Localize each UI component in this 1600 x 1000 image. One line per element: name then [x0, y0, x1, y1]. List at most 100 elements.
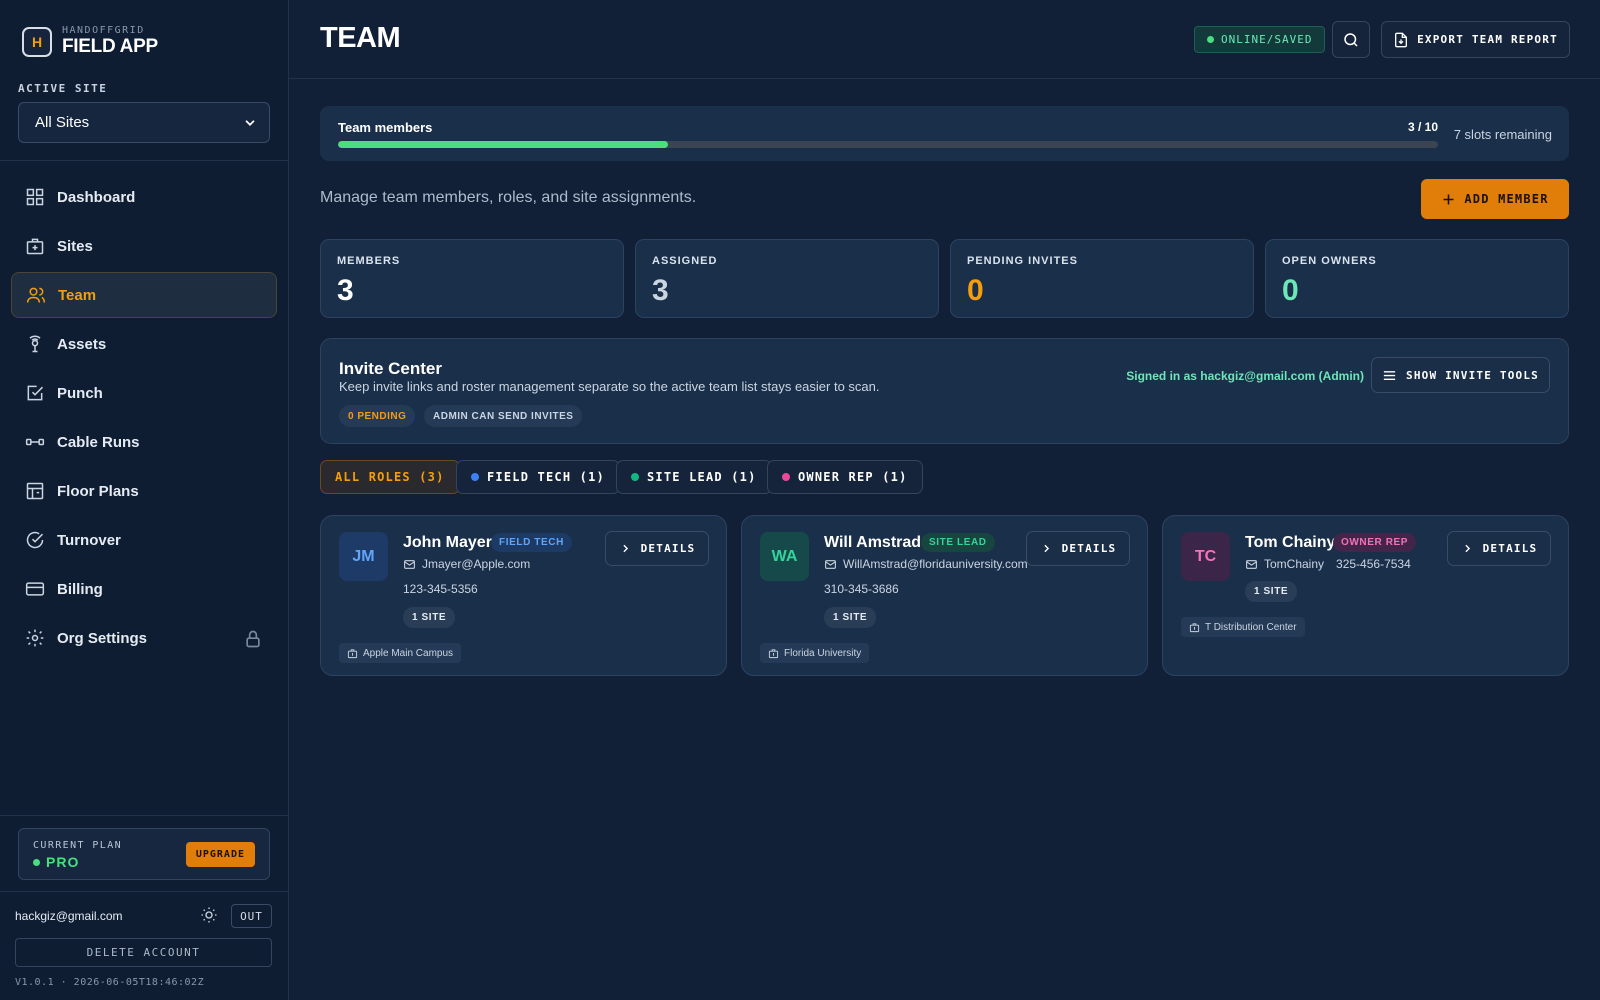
member-phone: 325-456-7534 [1336, 557, 1411, 571]
brand-subtitle: HANDOFFGRID [62, 25, 145, 36]
show-invite-tools-label: SHOW INVITE TOOLS [1406, 368, 1539, 382]
sidebar-item-label: Billing [57, 580, 103, 598]
invite-center-description: Keep invite links and roster management … [339, 379, 880, 394]
search-button[interactable] [1332, 21, 1370, 58]
sidebar-item-label: Turnover [57, 531, 121, 549]
sidebar: H HANDOFFGRID FIELD APP ACTIVE SITE All … [0, 0, 289, 1000]
search-icon [1344, 32, 1358, 47]
chevron-right-icon [623, 544, 628, 553]
add-member-button[interactable]: ADD MEMBER [1421, 179, 1569, 219]
menu-icon [1383, 370, 1396, 380]
role-badge: OWNER REP [1333, 533, 1417, 552]
sidebar-item-punch[interactable]: Punch [11, 370, 277, 416]
sidebar-item-label: Assets [57, 335, 107, 353]
status-dot [1207, 36, 1214, 43]
capacity-count: 3 / 10 [1407, 120, 1438, 134]
member-email-text: WillAmstrad@floridauniversity.com [843, 557, 1028, 571]
member-email-text: Jmayer@Apple.com [422, 557, 531, 571]
invite-center-title: Invite Center [339, 359, 442, 378]
sun-icon[interactable] [200, 906, 218, 924]
floorplan-icon [26, 482, 44, 500]
member-email: Jmayer@Apple.com [403, 557, 530, 571]
member-card[interactable]: WA Will Amstrad SITE LEAD WillAmstrad@fl… [741, 515, 1148, 676]
filter-owner-rep[interactable]: OWNER REP (1) [767, 460, 923, 494]
member-card[interactable]: TC Tom Chainy OWNER REP TomChainy 325-45… [1162, 515, 1569, 676]
sidebar-item-sites[interactable]: Sites [11, 223, 277, 269]
status-text: ONLINE/SAVED [1221, 33, 1313, 46]
sidebar-item-floor-plans[interactable]: Floor Plans [11, 468, 277, 514]
brand[interactable]: H HANDOFFGRID FIELD APP [22, 25, 158, 58]
member-email: WillAmstrad@floridauniversity.com [824, 557, 1028, 571]
sidebar-item-org-settings[interactable]: Org Settings [11, 615, 277, 661]
sidebar-item-dashboard[interactable]: Dashboard [11, 174, 277, 220]
filter-label: ALL ROLES (3) [335, 470, 445, 484]
filter-label: OWNER REP (1) [798, 470, 908, 484]
site-tag-label: T Distribution Center [1205, 621, 1297, 633]
plus-icon [1443, 194, 1454, 204]
stat-value: 3 [337, 274, 354, 307]
current-plan-box: CURRENT PLAN PRO UPGRADE [18, 828, 270, 880]
plan-status-dot [33, 858, 40, 866]
checkbox-icon [27, 385, 44, 401]
details-label: DETAILS [640, 542, 696, 555]
filter-site-lead[interactable]: SITE LEAD (1) [616, 460, 772, 494]
sidebar-item-assets[interactable]: Assets [11, 321, 277, 367]
role-badge: FIELD TECH [491, 533, 572, 552]
filter-all-roles[interactable]: ALL ROLES (3) [320, 460, 460, 494]
chevron-right-icon [1044, 544, 1049, 553]
chevron-down-icon [245, 119, 255, 126]
member-card[interactable]: JM John Mayer FIELD TECH Jmayer@Apple.co… [320, 515, 727, 676]
role-dot [471, 473, 479, 481]
stat-value: 0 [967, 274, 984, 307]
radar-icon [29, 335, 41, 353]
brand-title: FIELD APP [62, 36, 158, 57]
pending-chip: 0 PENDING [339, 405, 416, 427]
active-site-value: All Sites [35, 114, 90, 131]
role-dot [631, 473, 639, 481]
export-report-button[interactable]: EXPORT TEAM REPORT [1381, 21, 1570, 58]
filter-field-tech[interactable]: FIELD TECH (1) [456, 460, 620, 494]
page-header: TEAM ONLINE/SAVED EXPORT TEAM REPORT [289, 0, 1600, 79]
details-button[interactable]: DETAILS [605, 531, 709, 566]
filter-label: FIELD TECH (1) [487, 470, 605, 484]
stat-label: OPEN OWNERS [1282, 255, 1377, 267]
active-site-select[interactable]: All Sites [18, 102, 270, 143]
site-count-badge: 1 SITE [824, 607, 877, 628]
sidebar-item-cable-runs[interactable]: Cable Runs [11, 419, 277, 465]
logout-button[interactable]: OUT [231, 904, 272, 928]
status-badge: ONLINE/SAVED [1194, 26, 1326, 53]
mail-icon [404, 559, 415, 569]
lock-icon [246, 630, 260, 648]
building-icon [347, 648, 358, 658]
site-tag: Florida University [760, 643, 870, 663]
upgrade-button[interactable]: UPGRADE [185, 842, 255, 867]
delete-account-button[interactable]: DELETE ACCOUNT [15, 938, 272, 967]
sidebar-item-billing[interactable]: Billing [11, 566, 277, 612]
sidebar-item-label: Punch [57, 384, 103, 402]
role-dot [782, 473, 790, 481]
brand-logo: H [22, 26, 52, 57]
check-circle-icon [26, 531, 44, 549]
sidebar-item-label: Dashboard [57, 188, 136, 206]
capacity-progress-bar [338, 141, 1438, 148]
site-tag: T Distribution Center [1181, 617, 1305, 637]
show-invite-tools-button[interactable]: SHOW INVITE TOOLS [1371, 357, 1550, 393]
mail-icon [825, 559, 836, 569]
details-button[interactable]: DETAILS [1026, 531, 1130, 566]
sidebar-item-team[interactable]: Team [11, 272, 277, 318]
capacity-title: Team members [338, 120, 433, 135]
details-button[interactable]: DETAILS [1447, 531, 1551, 566]
member-phone: 310-345-3686 [824, 582, 899, 596]
sidebar-divider [0, 815, 289, 816]
sidebar-item-turnover[interactable]: Turnover [11, 517, 277, 563]
sidebar-item-label: Org Settings [57, 629, 148, 647]
team-capacity-card: Team members 3 / 10 7 slots remaining [320, 106, 1569, 161]
member-email-text: TomChainy [1264, 557, 1325, 571]
active-site-label: ACTIVE SITE [18, 82, 108, 95]
chevron-right-icon [1465, 544, 1470, 553]
file-download-icon [1395, 32, 1408, 47]
stat-assigned: ASSIGNED 3 [635, 239, 939, 318]
site-tag: Apple Main Campus [339, 643, 462, 663]
sidebar-item-label: Sites [57, 237, 93, 255]
stat-members: MEMBERS 3 [320, 239, 624, 318]
